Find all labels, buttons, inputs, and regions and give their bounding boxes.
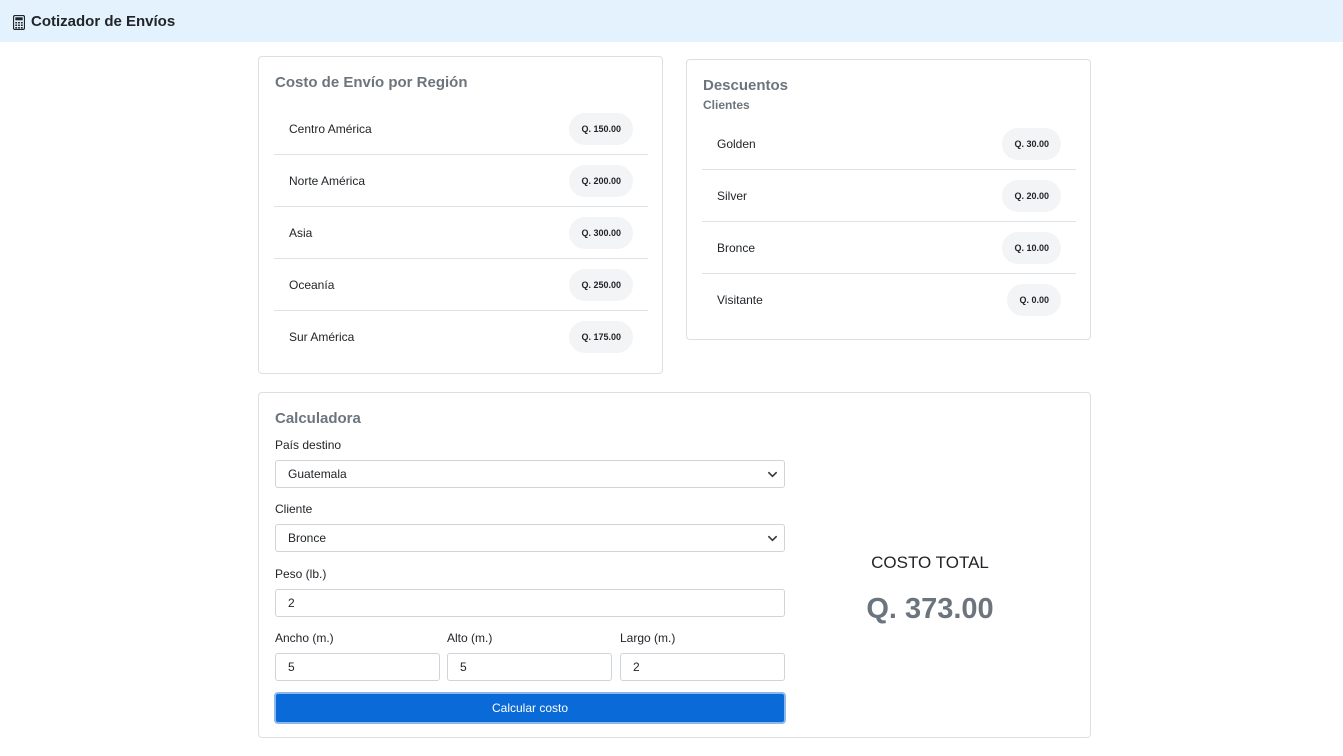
calculator-icon: [13, 14, 25, 30]
regions-list: Centro América Q. 150.00 Norte América Q…: [274, 103, 648, 363]
discount-badge: Q. 30.00: [1002, 127, 1061, 160]
height-input[interactable]: 5: [447, 653, 612, 681]
calculator-title: Calculadora: [275, 410, 361, 427]
list-item: Oceanía Q. 250.00: [274, 259, 648, 311]
app-title: Cotizador de Envíos: [31, 12, 176, 30]
length-input[interactable]: 2: [620, 653, 785, 681]
weight-label: Peso (lb.): [275, 567, 327, 581]
region-label: Norte América: [289, 173, 366, 188]
total-cost-value: Q. 373.00: [866, 593, 994, 625]
country-select[interactable]: Guatemala: [275, 460, 785, 488]
regions-title: Costo de Envío por Región: [275, 74, 468, 91]
list-item: Silver Q. 20.00: [702, 170, 1076, 222]
weight-input[interactable]: 2: [275, 589, 785, 617]
list-item: Norte América Q. 200.00: [274, 155, 648, 207]
list-item: Centro América Q. 150.00: [274, 103, 648, 155]
length-input-value: 2: [633, 660, 640, 674]
client-label: Cliente: [275, 502, 313, 516]
region-cost-badge: Q. 175.00: [569, 321, 633, 353]
total-cost-label: COSTO TOTAL: [871, 553, 989, 572]
client-tier-label: Golden: [717, 136, 756, 151]
height-label: Alto (m.): [447, 631, 493, 645]
list-item: Asia Q. 300.00: [274, 207, 648, 259]
discounts-title: Descuentos: [703, 77, 789, 94]
client-select[interactable]: Bronce: [275, 524, 785, 552]
client-select-value: Bronce: [288, 531, 327, 545]
list-item: Golden Q. 30.00: [702, 118, 1076, 170]
client-tier-label: Bronce: [717, 240, 756, 255]
list-item: Sur América Q. 175.00: [274, 311, 648, 363]
navbar: Cotizador de Envíos: [0, 0, 1343, 42]
country-select-value: Guatemala: [288, 467, 347, 481]
weight-input-value: 2: [288, 596, 295, 610]
client-tier-label: Visitante: [717, 293, 763, 307]
length-label: Largo (m.): [620, 631, 676, 645]
chevron-down-icon: [768, 535, 777, 542]
client-tier-label: Silver: [717, 188, 748, 203]
width-input[interactable]: 5: [275, 653, 440, 681]
width-label: Ancho (m.): [275, 631, 334, 645]
chevron-down-icon: [768, 471, 777, 478]
region-label: Sur América: [289, 330, 355, 344]
width-input-value: 5: [288, 660, 295, 674]
region-cost-badge: Q. 200.00: [569, 164, 633, 197]
region-cost-badge: Q. 250.00: [569, 268, 633, 301]
region-label: Asia: [289, 225, 313, 240]
regions-card: Costo de Envío por Región Centro América…: [258, 56, 663, 374]
discount-badge: Q. 0.00: [1007, 284, 1061, 316]
region-label: Oceanía: [289, 277, 335, 292]
region-label: Centro América: [289, 121, 372, 136]
discount-badge: Q. 20.00: [1002, 179, 1061, 212]
discounts-list: Golden Q. 30.00 Silver Q. 20.00 Bronce Q…: [702, 118, 1076, 326]
list-item: Bronce Q. 10.00: [702, 222, 1076, 274]
discount-badge: Q. 10.00: [1002, 231, 1061, 264]
calculator-card: Calculadora País destino Guatemala Clien…: [258, 392, 1091, 738]
region-cost-badge: Q. 300.00: [569, 216, 633, 249]
country-label: País destino: [275, 438, 342, 452]
discounts-subtitle: Clientes: [703, 98, 750, 112]
discounts-card: Descuentos Clientes Golden Q. 30.00 Silv…: [686, 59, 1091, 340]
list-item: Visitante Q. 0.00: [702, 274, 1076, 326]
region-cost-badge: Q. 150.00: [569, 112, 633, 145]
calculate-button[interactable]: Calcular costo: [274, 692, 786, 724]
height-input-value: 5: [460, 660, 467, 674]
